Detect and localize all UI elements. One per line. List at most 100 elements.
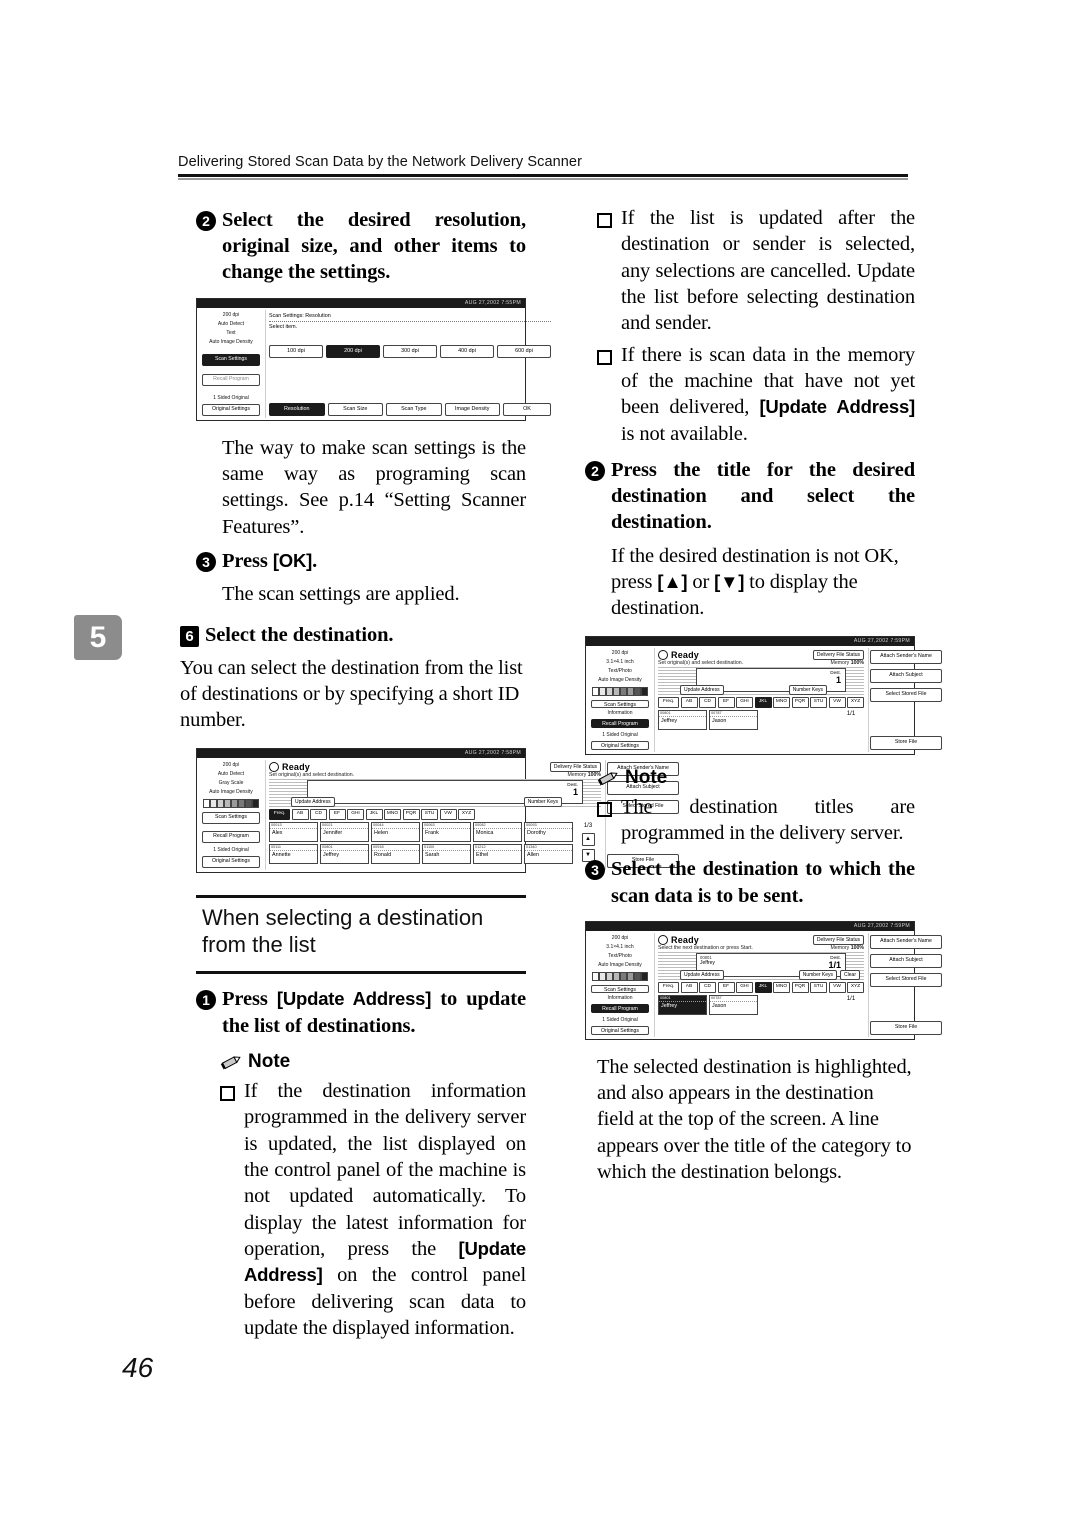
recall-program-button[interactable]: Recall Program <box>591 719 649 728</box>
ok-button[interactable]: OK <box>503 402 551 416</box>
recall-program-button[interactable]: Recall Program <box>202 831 260 844</box>
title-tab-mno[interactable]: MNO <box>384 808 401 820</box>
status-text: Ready <box>282 761 311 772</box>
step-3-heading: 3 Press [OK]. <box>196 548 526 574</box>
destination-count-value: 1/1 <box>828 959 841 970</box>
update-address-button[interactable]: Update Address <box>680 684 724 695</box>
title-tab-xyz[interactable]: XYZ <box>847 696 864 708</box>
original-settings-button[interactable]: Original Settings <box>591 740 649 750</box>
title-tab-ghi[interactable]: GHI <box>736 696 753 708</box>
destination-cell[interactable]: 00044 Helen <box>371 821 420 842</box>
scan-settings-button[interactable]: Scan Settings <box>202 811 260 824</box>
destination-cell[interactable]: 00013 Alex <box>269 821 318 842</box>
title-tab-freq[interactable]: Freq. <box>658 981 679 993</box>
destination-name: Ethel <box>476 851 489 858</box>
title-tab-ab[interactable]: AB <box>680 981 698 993</box>
destination-cell[interactable]: 01100 Sarah <box>422 843 471 864</box>
destination-cell[interactable]: 00021 Jennifer <box>320 821 369 842</box>
recall-program-button[interactable]: Recall Program <box>202 373 260 386</box>
title-tab-ef[interactable]: EF <box>717 696 735 708</box>
title-tab-jkl[interactable]: JKL <box>754 696 772 708</box>
destination-name: Jeffrey <box>661 717 678 724</box>
title-tab-cd[interactable]: CD <box>699 981 716 993</box>
attach-senders-name-button[interactable]: Attach Sender's Name <box>870 649 942 664</box>
running-header: Delivering Stored Scan Data by the Netwo… <box>178 154 908 180</box>
tab-resolution[interactable]: Resolution <box>269 402 325 416</box>
note-text-part2: is not available. <box>621 422 748 445</box>
destination-cell[interactable]: 00787 Jason <box>709 994 758 1015</box>
number-keys-button[interactable]: Number Keys <box>788 684 827 695</box>
title-tab-xyz[interactable]: XYZ <box>847 981 864 993</box>
destination-cell[interactable]: 00801 Jeffrey <box>320 843 369 864</box>
attach-senders-name-button[interactable]: Attach Sender's Name <box>870 934 942 949</box>
title-tab-freq[interactable]: Freq. <box>269 808 290 820</box>
destination-cell[interactable]: 00082 Monica <box>473 821 522 842</box>
title-tab-vw[interactable]: VW <box>828 696 846 708</box>
title-tab-mno[interactable]: MNO <box>773 696 790 708</box>
select-stored-file-button[interactable]: Select Stored File <box>870 687 942 702</box>
original-settings-button[interactable]: Original Settings <box>591 1026 649 1035</box>
resolution-option-200[interactable]: 200 dpi <box>326 344 380 358</box>
destination-cell[interactable]: 01340 Allen <box>524 843 573 864</box>
title-tab-jkl[interactable]: JKL <box>365 808 383 820</box>
clear-button[interactable]: Clear <box>840 969 860 980</box>
title-tab-xyz[interactable]: XYZ <box>458 808 475 820</box>
original-settings-button[interactable]: Original Settings <box>202 856 260 868</box>
title-tab-ab[interactable]: AB <box>291 808 309 820</box>
store-file-button[interactable]: Store File <box>870 1020 942 1035</box>
title-tab-ghi[interactable]: GHI <box>736 981 753 993</box>
store-file-button[interactable]: Store File <box>870 735 942 750</box>
destination-cell[interactable]: 00801 Jeffrey <box>658 709 707 730</box>
tab-scan-size[interactable]: Scan Size <box>327 402 383 416</box>
image-density-scale[interactable] <box>592 686 648 696</box>
title-tab-ghi[interactable]: GHI <box>347 808 364 820</box>
destination-cell[interactable]: 01212 Ethel <box>473 843 522 864</box>
resolution-option-100[interactable]: 100 dpi <box>269 344 323 358</box>
delivery-file-status-button[interactable]: Delivery File Status <box>812 649 864 660</box>
attach-subject-button[interactable]: Attach Subject <box>870 668 942 683</box>
destination-cell[interactable]: 00093 Dorothy <box>524 821 573 842</box>
sidebar-line-density: Auto Image Density <box>598 676 642 683</box>
title-tab-vw[interactable]: VW <box>439 808 457 820</box>
title-tab-cd[interactable]: CD <box>310 808 327 820</box>
destination-cell[interactable]: 00787 Jason <box>709 709 758 730</box>
select-stored-file-button[interactable]: Select Stored File <box>870 972 942 987</box>
destination-cell[interactable]: 00111 Annette <box>269 843 318 864</box>
title-tab-freq[interactable]: Freq. <box>658 696 679 708</box>
number-keys-button[interactable]: Number Keys <box>798 969 838 980</box>
title-tab-stu[interactable]: STU <box>421 808 438 820</box>
right-column: If the list is updated after the destina… <box>585 205 942 1185</box>
title-tab-ef[interactable]: EF <box>328 808 346 820</box>
scan-settings-button[interactable]: Scan Settings <box>591 699 649 709</box>
image-density-scale[interactable] <box>592 971 648 981</box>
destination-cell[interactable]: 00918 Ronald <box>371 843 420 864</box>
tab-scan-type[interactable]: Scan Type <box>386 402 442 416</box>
number-keys-button[interactable]: Number Keys <box>523 796 562 807</box>
resolution-option-300[interactable]: 300 dpi <box>383 344 437 358</box>
tab-image-density[interactable]: Image Density <box>444 402 500 416</box>
title-tab-mno[interactable]: MNO <box>773 981 790 993</box>
title-tab-ab[interactable]: AB <box>680 696 698 708</box>
update-address-button[interactable]: Update Address <box>680 969 724 980</box>
title-tab-ef[interactable]: EF <box>717 981 735 993</box>
title-tab-pqr[interactable]: PQR <box>402 808 420 820</box>
title-tab-vw[interactable]: VW <box>828 981 846 993</box>
attach-subject-button[interactable]: Attach Subject <box>870 953 942 968</box>
destination-cell[interactable]: 00063 Frank <box>422 821 471 842</box>
scan-settings-button[interactable]: Scan Settings <box>591 984 649 994</box>
resolution-option-600[interactable]: 600 dpi <box>497 344 551 358</box>
scan-settings-button[interactable]: Scan Settings <box>202 353 260 366</box>
title-tab-stu[interactable]: STU <box>810 981 827 993</box>
title-tab-stu[interactable]: STU <box>810 696 827 708</box>
title-tab-jkl[interactable]: JKL <box>754 981 772 993</box>
recall-program-button[interactable]: Recall Program <box>591 1004 649 1014</box>
delivery-file-status-button[interactable]: Delivery File Status <box>812 934 864 945</box>
destination-cell[interactable]: 00801 Jeffrey <box>658 994 707 1015</box>
title-tab-pqr[interactable]: PQR <box>791 981 809 993</box>
title-tab-cd[interactable]: CD <box>699 696 716 708</box>
title-tab-pqr[interactable]: PQR <box>791 696 809 708</box>
original-settings-button[interactable]: Original Settings <box>202 403 260 416</box>
update-address-button[interactable]: Update Address <box>291 796 335 807</box>
image-density-scale[interactable] <box>203 798 259 808</box>
resolution-option-400[interactable]: 400 dpi <box>440 344 494 358</box>
